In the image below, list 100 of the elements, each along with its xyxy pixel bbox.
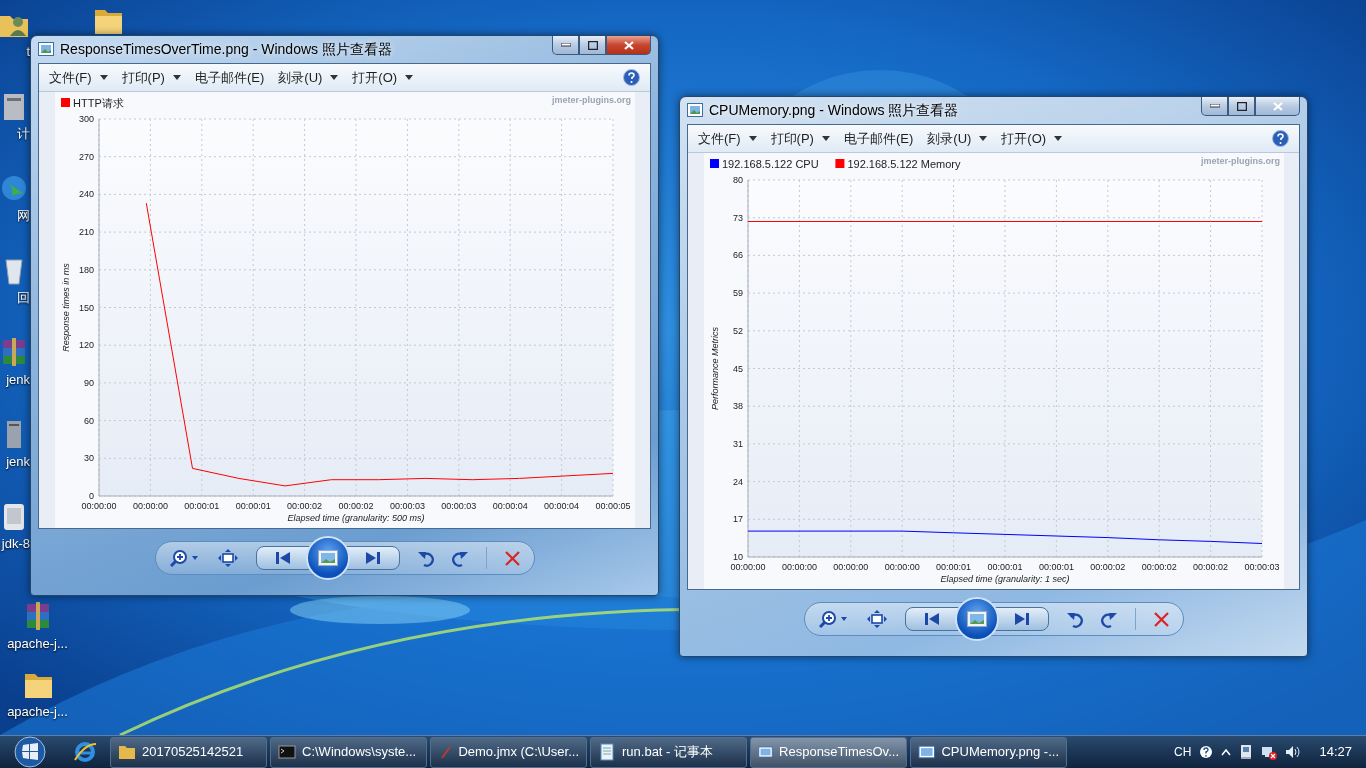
tick-label: 00:00:02 [338, 500, 373, 511]
tick-label: 00:00:04 [543, 500, 579, 511]
viewer-window[interactable] [30, 35, 659, 596]
icon-label[interactable]: jenk [6, 454, 30, 470]
tick-label: 00:00:02 [286, 500, 322, 511]
rotate-left-button[interactable] [1066, 610, 1083, 629]
menu-item[interactable]: 电子邮件(E) [843, 128, 914, 149]
tick-label: 45 [732, 363, 743, 374]
language-indicator[interactable]: CH [1174, 743, 1192, 761]
network-icon[interactable] [1261, 744, 1278, 760]
fit-button[interactable] [217, 549, 238, 568]
axis-title: Elapsed time (granularity: 500 ms) [286, 512, 425, 523]
fit-button[interactable] [866, 610, 887, 629]
tick-label: 80 [732, 174, 743, 185]
tick-label: 180 [78, 264, 94, 275]
next-button[interactable] [994, 607, 1049, 632]
menu-item[interactable]: 打印(P) [121, 67, 181, 88]
taskbar-button[interactable]: CPUMemory.png -... [910, 736, 1067, 768]
next-button[interactable] [345, 546, 400, 571]
legend-label: HTTP请求 [72, 96, 124, 109]
rotate-left-icon [417, 549, 434, 568]
help-icon[interactable] [1199, 745, 1214, 759]
photo-icon [687, 103, 703, 118]
tick-label: 52 [732, 325, 743, 336]
icon-label[interactable]: jdk-8 [1, 536, 30, 552]
menu-item[interactable]: 刻录(U) [927, 128, 988, 149]
maximize-button[interactable] [1228, 97, 1255, 116]
tick-label: 00:00:04 [492, 500, 528, 511]
minimize-button[interactable] [552, 36, 579, 55]
rotate-right-button[interactable] [451, 549, 468, 568]
help-icon[interactable] [1272, 129, 1289, 147]
taskbar-button[interactable]: run.bat - 记事本 [590, 736, 747, 768]
rotate-right-button[interactable] [1100, 610, 1117, 629]
tick-label: 300 [78, 113, 94, 124]
help-icon[interactable] [623, 68, 640, 86]
taskbar-button[interactable]: ResponseTimesOv... [750, 736, 907, 768]
close-icon [1272, 101, 1283, 111]
menu-item[interactable]: 打印(P) [770, 128, 830, 149]
photo-icon [38, 42, 54, 57]
browser-icon [73, 740, 97, 764]
device-icon[interactable] [1239, 744, 1254, 760]
fit-icon [217, 549, 238, 568]
menu-item[interactable]: 刻录(U) [278, 67, 339, 88]
icon-label[interactable]: apache-j... [7, 704, 68, 720]
slideshow-icon [966, 611, 987, 628]
slideshow-icon [317, 550, 338, 567]
icon-label[interactable]: jenk [6, 372, 30, 388]
minimize-icon [1209, 104, 1220, 108]
rotate-left-icon [1066, 610, 1083, 629]
zoom-button[interactable] [169, 549, 200, 568]
icon-label[interactable]: apache-j... [7, 636, 68, 652]
tick-label: 00:00:02 [1141, 561, 1177, 572]
icon-label[interactable]: 网 [17, 208, 30, 224]
menu-item[interactable]: 打开(O) [1001, 128, 1063, 149]
maximize-button[interactable] [579, 36, 606, 55]
volume-icon[interactable] [1285, 745, 1302, 759]
rotate-right-icon [1100, 610, 1117, 629]
delete-button[interactable] [1153, 611, 1169, 627]
tick-label: 00:00:03 [440, 500, 476, 511]
clock[interactable]: 14:27 [1319, 742, 1352, 762]
icon-label[interactable]: 计 [17, 126, 30, 142]
menu-item[interactable]: 文件(F) [49, 67, 108, 88]
tick-label: 17 [732, 514, 743, 525]
taskbar-button[interactable]: C:\Windows\syste... [270, 736, 427, 768]
icon-label[interactable]: 回 [17, 290, 30, 306]
close-button[interactable] [606, 36, 651, 55]
tick-label: 00:00:00 [81, 500, 116, 511]
taskbar-button[interactable]: Demo.jmx (C:\User... [430, 736, 587, 768]
tick-label: 00:00:00 [132, 500, 168, 511]
tick-label: 00:00:01 [183, 500, 219, 511]
menu-item[interactable]: 电子邮件(E) [194, 67, 265, 88]
minimize-button[interactable] [1201, 97, 1228, 116]
delete-button[interactable] [504, 550, 520, 566]
close-icon [623, 40, 634, 50]
zoom-button[interactable] [818, 610, 849, 629]
tick-label: 00:00:00 [730, 561, 765, 572]
tick-label: 73 [732, 212, 743, 223]
legend-label: 192.168.5.122 Memory [846, 157, 961, 170]
tick-label: 66 [732, 250, 743, 261]
close-button[interactable] [1255, 97, 1300, 116]
rotate-right-icon [451, 549, 468, 568]
menu-item[interactable]: 打开(O) [352, 67, 414, 88]
window-title: CPUMemory.png - Windows 照片查看器 [709, 100, 960, 120]
tick-label: 60 [83, 415, 94, 426]
chevron-up-icon[interactable] [1221, 748, 1232, 756]
delete-icon [504, 550, 520, 566]
console-icon [278, 743, 296, 761]
previous-button[interactable] [904, 607, 959, 632]
tick-label: 00:00:00 [832, 561, 868, 572]
menu-item[interactable]: 文件(F) [698, 128, 757, 149]
tick-label: 00:00:01 [987, 561, 1022, 572]
tick-label: 240 [78, 189, 94, 200]
viewer-window[interactable] [679, 96, 1308, 657]
tick-label: 30 [83, 453, 94, 464]
icon-label[interactable]: t [26, 44, 30, 60]
previous-button[interactable] [255, 546, 310, 571]
taskbar-button[interactable]: 20170525142521 [110, 736, 267, 768]
rotate-left-button[interactable] [417, 549, 434, 568]
previous-icon [924, 613, 939, 626]
folder-icon [118, 743, 136, 761]
